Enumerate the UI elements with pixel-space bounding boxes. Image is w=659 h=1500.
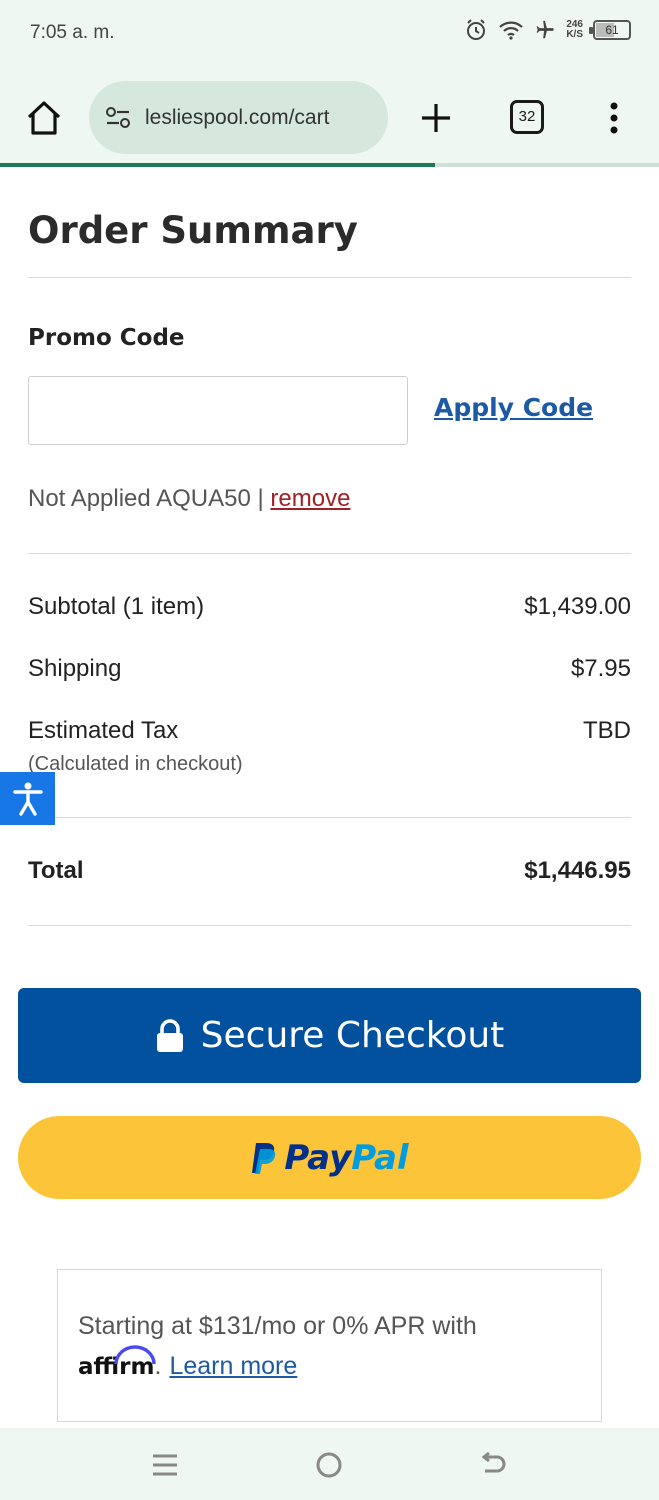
more-menu-icon[interactable] <box>600 98 628 138</box>
promo-code-label: Promo Code <box>28 325 185 351</box>
accessibility-button[interactable] <box>0 772 55 825</box>
subtotal-value: $1,439.00 <box>524 593 631 620</box>
new-tab-icon[interactable] <box>416 98 456 138</box>
tax-value: TBD <box>583 717 631 744</box>
recent-apps-icon[interactable] <box>148 1448 182 1482</box>
tab-switcher-button[interactable]: 32 <box>510 100 544 134</box>
affirm-line: affirm. Learn more <box>78 1345 297 1381</box>
status-bar: 7:05 a. m. 246 K/S 61 <box>0 0 659 68</box>
url-text: lesliespool.com/cart <box>145 105 330 129</box>
status-icons: 246 K/S 61 <box>464 18 631 42</box>
remove-promo-link[interactable]: remove <box>270 485 350 512</box>
home-icon[interactable] <box>24 98 64 138</box>
shipping-label: Shipping <box>28 655 122 682</box>
checkout-label: Secure Checkout <box>200 1015 505 1056</box>
shipping-value: $7.95 <box>570 655 631 682</box>
promo-status-text: Not Applied AQUA50 | <box>28 485 264 512</box>
site-settings-icon[interactable] <box>103 103 133 133</box>
page-title: Order Summary <box>28 209 358 252</box>
network-speed: 246 K/S <box>566 19 583 40</box>
url-bar[interactable]: lesliespool.com/cart <box>89 81 388 154</box>
browser-toolbar: lesliespool.com/cart 32 <box>0 68 659 166</box>
back-icon[interactable] <box>476 1448 510 1482</box>
accessibility-icon <box>12 782 43 816</box>
paypal-text-pal: Pal <box>351 1137 409 1178</box>
paypal-logo-icon <box>252 1142 276 1174</box>
paypal-text-pay: Pay <box>284 1137 352 1178</box>
tax-note: (Calculated in checkout) <box>28 753 243 775</box>
subtotal-label: Subtotal (1 item) <box>28 593 205 620</box>
affirm-arc-icon <box>114 1345 156 1365</box>
alarm-icon <box>467 19 486 40</box>
home-nav-icon[interactable] <box>312 1448 346 1482</box>
affirm-message: Starting at $131/mo or 0% APR with <box>78 1312 477 1340</box>
status-time: 7:05 a. m. <box>30 22 115 43</box>
learn-more-link[interactable]: Learn more <box>169 1352 297 1381</box>
promo-status: Not Applied AQUA50 | remove <box>28 485 350 513</box>
affirm-financing-box: Starting at $131/mo or 0% APR with affir… <box>57 1269 602 1422</box>
total-value: $1,446.95 <box>524 857 631 884</box>
paypal-button[interactable]: Pay Pal <box>18 1116 641 1199</box>
divider <box>28 553 631 554</box>
affirm-logo: affirm <box>78 1345 156 1380</box>
divider <box>28 925 631 926</box>
page-load-progress <box>0 163 659 167</box>
promo-code-input[interactable] <box>28 376 408 445</box>
total-label: Total <box>28 857 84 884</box>
lock-icon <box>156 1018 183 1052</box>
system-nav-bar <box>0 1428 659 1500</box>
divider <box>28 277 631 278</box>
secure-checkout-button[interactable]: Secure Checkout <box>18 988 641 1083</box>
wifi-icon <box>499 21 524 40</box>
airplane-icon <box>537 20 554 39</box>
divider <box>28 817 631 818</box>
battery-icon: 61 <box>589 20 631 40</box>
apply-code-link[interactable]: Apply Code <box>434 393 593 422</box>
tax-label: Estimated Tax <box>28 717 179 744</box>
